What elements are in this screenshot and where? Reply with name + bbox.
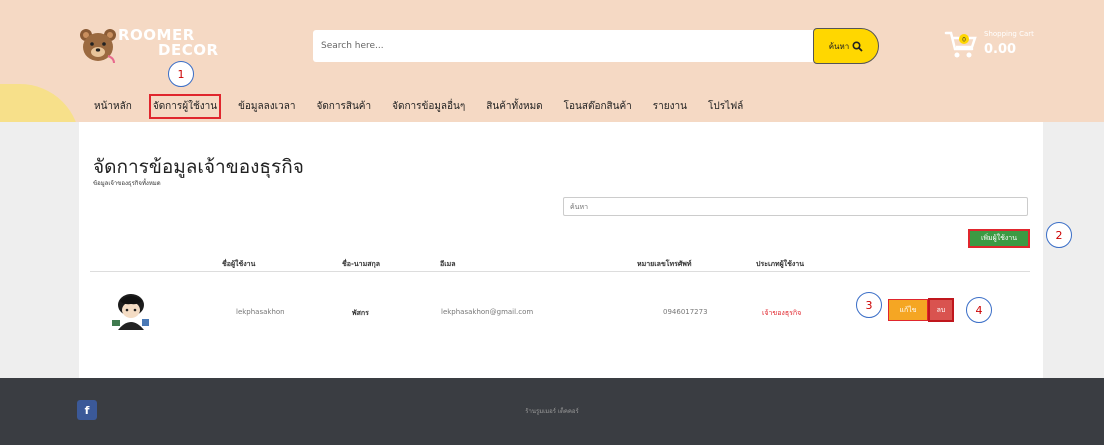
- user-avatar: [108, 292, 154, 330]
- search-box: [313, 30, 878, 62]
- page-subtitle: ข้อมูลเจ้าของธุรกิจทั้งหมด: [93, 180, 161, 187]
- nav-item-profile[interactable]: โปรไฟล์: [706, 96, 745, 117]
- header-decoration: [0, 84, 80, 122]
- cart-title: Shopping Cart: [984, 30, 1034, 38]
- cart-count: 0: [962, 37, 966, 44]
- column-header-email: อีเมล: [440, 260, 456, 268]
- search-input[interactable]: [313, 30, 810, 62]
- cell-user-type: เจ้าของธุรกิจ: [762, 309, 802, 317]
- delete-button[interactable]: ลบ: [928, 298, 954, 322]
- nav-item-all-products[interactable]: สินค้าทั้งหมด: [484, 96, 544, 117]
- nav-item-transfer-stock[interactable]: โอนสต๊อกสินค้า: [562, 96, 634, 117]
- column-header-phone: หมายเลขโทรศัพท์: [637, 260, 692, 268]
- nav-item-manage-products[interactable]: จัดการสินค้า: [314, 96, 373, 117]
- cart-amount: 0.00: [984, 42, 1017, 57]
- search-icon: [852, 40, 863, 52]
- logo-line-2: DECOR: [158, 41, 219, 59]
- search-button[interactable]: ค้นหา: [813, 28, 879, 64]
- nav-item-manage-users[interactable]: จัดการผู้ใช้งาน: [148, 93, 222, 119]
- cell-email: lekphasakhon@gmail.com: [441, 308, 534, 316]
- callout-4: 4: [966, 297, 992, 323]
- nav-item-time-log[interactable]: ข้อมูลลงเวลา: [236, 96, 297, 117]
- nav-item-home[interactable]: หน้าหลัก: [92, 96, 134, 117]
- edit-button[interactable]: แก้ไข: [888, 299, 928, 321]
- column-header-user-type: ประเภทผู้ใช้งาน: [756, 260, 804, 268]
- nav-item-reports[interactable]: รายงาน: [651, 96, 689, 117]
- table-header-divider: [90, 271, 1030, 272]
- site-logo[interactable]: ROOMER DECOR: [78, 24, 228, 68]
- main-nav: หน้าหลัก จัดการผู้ใช้งาน ข้อมูลลงเวลา จั…: [92, 93, 762, 119]
- table-search-input[interactable]: [563, 197, 1028, 216]
- callout-1: 1: [168, 61, 194, 87]
- footer-text: ร้านรูมเมอร์ เด็คคอร์: [525, 408, 579, 415]
- add-user-button[interactable]: เพิ่มผู้ใช้งาน: [968, 229, 1030, 248]
- column-header-username: ชื่อผู้ใช้งาน: [222, 260, 256, 268]
- logo-text: ROOMER DECOR: [118, 28, 219, 58]
- cell-phone: 0946017273: [663, 308, 708, 316]
- cell-username: lekphasakhon: [236, 308, 285, 316]
- callout-3: 3: [856, 292, 882, 318]
- search-button-label: ค้นหา: [828, 41, 850, 51]
- callout-2: 2: [1046, 222, 1072, 248]
- shopping-cart-icon[interactable]: 0: [944, 28, 978, 60]
- cell-fullname: พัสกร: [352, 309, 369, 317]
- bear-logo-icon: [80, 29, 116, 64]
- column-header-fullname: ชื่อ-นามสกุล: [342, 260, 380, 268]
- nav-item-manage-other[interactable]: จัดการข้อมูลอื่นๆ: [390, 96, 467, 117]
